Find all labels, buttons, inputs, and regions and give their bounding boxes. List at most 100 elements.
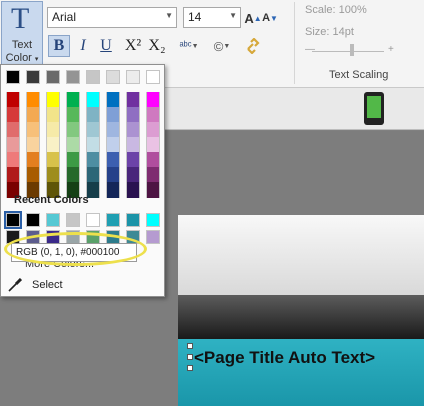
recent-color-swatch[interactable]	[46, 213, 60, 227]
color-swatch[interactable]	[6, 70, 20, 84]
color-swatch[interactable]	[66, 167, 80, 183]
color-swatch[interactable]	[146, 167, 160, 183]
color-swatch[interactable]	[146, 107, 160, 123]
color-swatch[interactable]	[86, 137, 100, 153]
recent-color-swatch[interactable]	[66, 213, 80, 227]
text-scaling-group-label: Text Scaling	[329, 69, 389, 81]
color-swatch[interactable]	[126, 167, 140, 183]
color-swatch[interactable]	[126, 152, 140, 168]
color-swatch[interactable]	[26, 152, 40, 168]
color-swatch[interactable]	[106, 182, 120, 198]
font-name-select[interactable]: Arial ▼	[47, 7, 177, 28]
slider-thumb[interactable]	[350, 44, 354, 56]
color-swatch[interactable]	[46, 92, 60, 108]
color-swatch[interactable]	[146, 122, 160, 138]
color-swatch[interactable]	[106, 107, 120, 123]
recent-color-swatch[interactable]	[106, 213, 120, 227]
underline-button[interactable]: U	[95, 35, 117, 57]
insert-symbol-button[interactable]: © ▼	[207, 35, 237, 57]
color-swatch[interactable]	[86, 92, 100, 108]
recent-color-swatch[interactable]	[146, 213, 160, 227]
color-swatch[interactable]	[46, 70, 60, 84]
color-swatch[interactable]	[26, 107, 40, 123]
color-swatch[interactable]	[26, 137, 40, 153]
selected-recent-swatch	[4, 211, 22, 229]
color-swatch[interactable]	[66, 107, 80, 123]
color-swatch[interactable]	[46, 122, 60, 138]
slide-header-band	[178, 215, 424, 295]
color-swatch[interactable]	[146, 152, 160, 168]
color-swatch[interactable]	[146, 92, 160, 108]
phone-preview-icon[interactable]	[364, 92, 384, 125]
color-swatch[interactable]	[66, 70, 80, 84]
color-swatch[interactable]	[66, 152, 80, 168]
color-swatch[interactable]	[126, 182, 140, 198]
color-swatch[interactable]	[46, 107, 60, 123]
text-scale-slider[interactable]	[312, 51, 384, 52]
minus-icon[interactable]: —	[305, 44, 315, 55]
chevron-down-icon: ▾	[34, 56, 39, 63]
color-swatch[interactable]	[26, 122, 40, 138]
color-swatch[interactable]	[46, 137, 60, 153]
superscript-button[interactable]: X²	[122, 35, 144, 57]
color-swatch[interactable]	[66, 137, 80, 153]
color-swatch[interactable]	[6, 92, 20, 108]
recent-colors-label: Recent Colors	[14, 194, 89, 206]
bold-button[interactable]: B	[48, 35, 70, 57]
color-swatch[interactable]	[86, 107, 100, 123]
color-swatch[interactable]	[126, 122, 140, 138]
resize-handle[interactable]	[187, 343, 193, 349]
hyperlink-button[interactable]	[242, 35, 264, 57]
slide-preview[interactable]: <Page Title Auto Text>	[178, 215, 424, 406]
color-swatch[interactable]	[26, 70, 40, 84]
font-size-select[interactable]: 14 ▼	[183, 7, 241, 28]
resize-handle[interactable]	[187, 354, 193, 360]
color-swatch[interactable]	[6, 137, 20, 153]
color-swatch[interactable]	[106, 137, 120, 153]
color-swatch[interactable]	[86, 122, 100, 138]
subscript-button[interactable]: X₂	[146, 35, 168, 57]
resize-handle[interactable]	[187, 365, 193, 371]
color-swatch[interactable]	[86, 152, 100, 168]
color-swatch[interactable]	[66, 122, 80, 138]
color-swatch[interactable]	[126, 92, 140, 108]
italic-button[interactable]: I	[72, 35, 94, 57]
text-color-button[interactable]: T Text Color ▾	[1, 1, 43, 67]
color-swatch[interactable]	[6, 107, 20, 123]
color-swatch[interactable]	[106, 152, 120, 168]
spellcheck-icon: ᵃᵇᶜ	[179, 40, 192, 52]
color-swatch[interactable]	[146, 137, 160, 153]
color-swatch[interactable]	[6, 152, 20, 168]
recent-color-swatch[interactable]	[126, 213, 140, 227]
color-swatch[interactable]	[66, 92, 80, 108]
color-swatch[interactable]	[86, 167, 100, 183]
color-swatch[interactable]	[126, 137, 140, 153]
shrink-font-button[interactable]: A ▼	[262, 7, 278, 29]
plus-icon[interactable]: +	[388, 44, 394, 55]
color-swatch[interactable]	[106, 122, 120, 138]
color-swatch[interactable]	[106, 167, 120, 183]
eyedropper-select[interactable]: Select	[1, 275, 164, 295]
color-swatch[interactable]	[106, 92, 120, 108]
color-swatch[interactable]	[126, 107, 140, 123]
color-swatch[interactable]	[26, 167, 40, 183]
recent-color-swatch[interactable]	[86, 213, 100, 227]
spellcheck-button[interactable]: ᵃᵇᶜ ▼	[174, 35, 204, 57]
color-swatch[interactable]	[106, 70, 120, 84]
page-title-text[interactable]: <Page Title Auto Text>	[194, 348, 375, 368]
text-color-label: Text	[11, 39, 33, 51]
annotation-highlight-ring	[4, 232, 147, 266]
grow-font-button[interactable]: A ▲	[244, 7, 261, 29]
color-swatch[interactable]	[146, 70, 160, 84]
color-swatch[interactable]	[6, 167, 20, 183]
recent-color-swatch[interactable]	[146, 230, 160, 244]
color-swatch[interactable]	[146, 182, 160, 198]
text-color-icon: T	[11, 2, 30, 35]
color-swatch[interactable]	[46, 152, 60, 168]
color-swatch[interactable]	[6, 122, 20, 138]
color-swatch[interactable]	[126, 70, 140, 84]
color-swatch[interactable]	[26, 92, 40, 108]
recent-color-swatch[interactable]	[26, 213, 40, 227]
color-swatch[interactable]	[46, 167, 60, 183]
color-swatch[interactable]	[86, 70, 100, 84]
